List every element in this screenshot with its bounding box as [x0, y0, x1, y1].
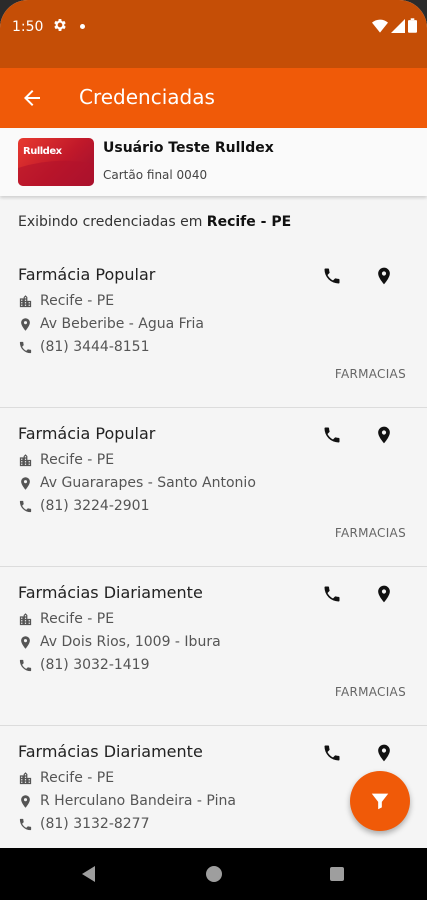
location-pin-icon[interactable]	[374, 265, 394, 287]
item-phone-row: (81) 3132-8277	[18, 816, 150, 832]
signal-icon	[391, 18, 405, 33]
item-address-row: Av Guararapes - Santo Antonio	[18, 475, 256, 491]
item-phone-row: (81) 3444-8151	[18, 339, 150, 355]
system-nav-bar	[0, 848, 427, 900]
user-name: Usuário Teste Rulldex	[103, 140, 274, 156]
address-pin-icon	[21, 794, 30, 808]
item-phone-row: (81) 3224-2901	[18, 498, 150, 514]
item-name: Farmácias Diariamente	[18, 742, 203, 761]
item-city-row: Recife - PE	[18, 611, 114, 627]
item-city-row: Recife - PE	[18, 293, 114, 309]
item-category: FARMACIAS	[334, 526, 406, 540]
item-address: Av Beberibe - Agua Fria	[40, 316, 204, 332]
app-bar: Credenciadas	[0, 68, 427, 128]
item-phone: (81) 3224-2901	[40, 498, 150, 514]
filter-icon	[371, 793, 389, 810]
city-icon	[19, 771, 32, 784]
item-name: Farmácias Diariamente	[18, 583, 203, 602]
location-pin-icon[interactable]	[374, 424, 394, 446]
item-name: Farmácia Popular	[18, 424, 156, 443]
address-pin-icon	[21, 317, 30, 331]
list-item[interactable]: Farmácias Diariamente Recife - PE Av Doi…	[0, 567, 427, 726]
address-pin-icon	[21, 476, 30, 490]
city-icon	[19, 612, 32, 625]
notification-dot-icon	[80, 24, 85, 29]
item-address-row: Av Beberibe - Agua Fria	[18, 316, 204, 332]
nav-back-icon[interactable]	[80, 865, 98, 883]
item-city: Recife - PE	[40, 611, 115, 627]
status-icons	[372, 18, 417, 33]
address-pin-icon	[21, 635, 30, 649]
card-subtitle: Cartão final 0040	[103, 168, 208, 182]
item-category: FARMACIAS	[334, 367, 406, 381]
list-item[interactable]: Farmácia Popular Recife - PE Av Beberibe…	[0, 249, 427, 408]
location-pin-icon[interactable]	[374, 583, 394, 605]
page-title: Credenciadas	[79, 85, 215, 109]
status-bar: 1:50	[0, 0, 427, 68]
phone-icon[interactable]	[322, 425, 342, 445]
phone-small-icon	[19, 818, 32, 830]
item-city: Recife - PE	[40, 293, 115, 309]
item-phone: (81) 3444-8151	[40, 339, 150, 355]
battery-icon	[408, 18, 417, 33]
gear-icon	[54, 19, 66, 31]
item-address: Av Dois Rios, 1009 - Ibura	[40, 634, 221, 650]
wifi-icon	[372, 19, 388, 33]
item-address: Av Guararapes - Santo Antonio	[40, 475, 256, 491]
nav-recents-icon[interactable]	[330, 867, 344, 881]
back-arrow-icon[interactable]	[20, 86, 44, 110]
item-city-row: Recife - PE	[18, 452, 114, 468]
status-time: 1:50	[12, 19, 44, 35]
card-logo-text: Rulldex	[23, 146, 62, 157]
item-city-row: Recife - PE	[18, 770, 114, 786]
item-name: Farmácia Popular	[18, 265, 156, 284]
item-address: R Herculano Bandeira - Pina	[40, 793, 236, 809]
location-pin-icon[interactable]	[374, 742, 394, 764]
item-phone: (81) 3132-8277	[40, 816, 150, 832]
item-address-row: Av Dois Rios, 1009 - Ibura	[18, 634, 221, 650]
location-place: Recife - PE	[206, 214, 292, 230]
item-city: Recife - PE	[40, 770, 115, 786]
list-item[interactable]: Farmácia Popular Recife - PE Av Guararap…	[0, 408, 427, 567]
city-icon	[19, 453, 32, 466]
phone-icon[interactable]	[322, 266, 342, 286]
phone-small-icon	[19, 341, 32, 353]
item-city: Recife - PE	[40, 452, 115, 468]
card-header: Rulldex	[0, 128, 427, 196]
item-address-row: R Herculano Bandeira - Pina	[18, 793, 236, 809]
card-logo: Rulldex	[18, 138, 94, 186]
location-prefix: Exibindo credenciadas em	[18, 214, 203, 230]
phone-small-icon	[19, 500, 32, 512]
app-screen: 1:50 Credenciadas Rulldex Usuário Teste …	[0, 0, 427, 900]
phone-icon[interactable]	[322, 584, 342, 604]
phone-icon[interactable]	[322, 743, 342, 763]
item-phone-row: (81) 3032-1419	[18, 657, 150, 673]
item-category: FARMACIAS	[334, 685, 406, 699]
location-info: Exibindo credenciadas em Recife - PE	[18, 214, 291, 230]
nav-home-icon[interactable]	[206, 866, 222, 882]
filter-button[interactable]	[350, 771, 410, 831]
phone-small-icon	[19, 659, 32, 671]
city-icon	[19, 294, 32, 307]
item-phone: (81) 3032-1419	[40, 657, 150, 673]
